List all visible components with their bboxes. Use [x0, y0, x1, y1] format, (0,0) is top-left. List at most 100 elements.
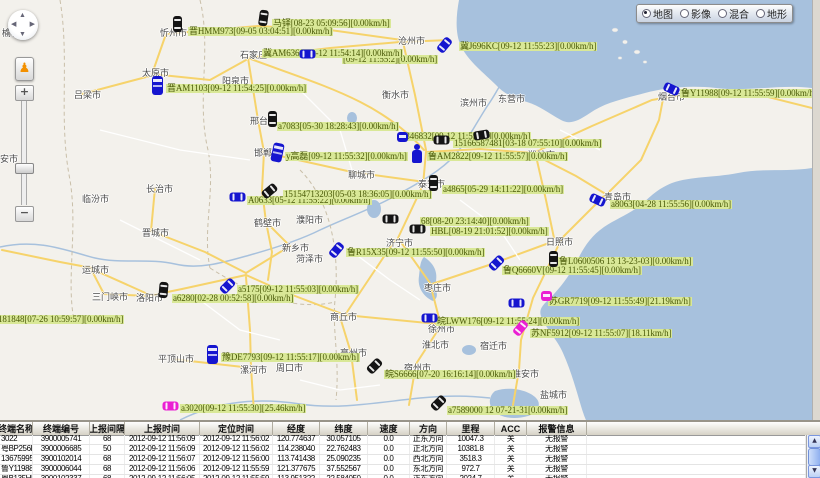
- pan-left-icon[interactable]: ◀: [11, 21, 16, 28]
- city-label: 鹤壁市: [254, 216, 281, 229]
- zoom-slider-handle[interactable]: [15, 163, 34, 174]
- car-icon[interactable]: [410, 225, 426, 234]
- vehicle-label[interactable]: 鲁AM2822[09-12 11:55:57][0.00km/h]: [427, 152, 568, 161]
- vehicle-data-grid: 终端名称终端编号上报间隔上报时间定位时间经度纬度速度方向里程ACC报警信息 30…: [0, 420, 820, 478]
- car-icon[interactable]: [300, 50, 316, 59]
- table-cell: 2012-09-12 11:56:06: [125, 465, 200, 474]
- vehicle-label[interactable]: 冀J696KC[09-12 11:55:23][0.00km/h]: [459, 42, 597, 51]
- table-row[interactable]: 鲁Y119883900006044682012-09-12 11:56:0620…: [0, 465, 806, 475]
- car-icon[interactable]: [268, 111, 277, 127]
- vehicle-label[interactable]: 鲁Q6660V[09-12 11:55:45][0.00km/h]: [502, 266, 642, 275]
- vehicle-label[interactable]: 皖LWW176[09-12 11:55:24][0.00km/h]: [436, 317, 580, 326]
- car-icon[interactable]: [366, 357, 384, 375]
- car-icon[interactable]: [430, 394, 448, 412]
- vehicle-label[interactable]: 苏GR7719[09-12 11:55:49][21.19km/h]: [548, 297, 692, 306]
- table-row[interactable]: 粤BP256F3900006685502012-09-12 11:56:0920…: [0, 445, 806, 455]
- vehicle-label[interactable]: 豫DE7793[09-12 11:55:17][0.00km/h]: [221, 353, 360, 362]
- column-header-12[interactable]: 报警信息: [527, 422, 587, 435]
- car-icon[interactable]: [436, 36, 453, 54]
- column-header-1[interactable]: 终端名称: [0, 422, 33, 435]
- car-icon[interactable]: [434, 136, 450, 145]
- car-icon[interactable]: [429, 175, 438, 191]
- column-header-6[interactable]: 经度: [273, 422, 320, 435]
- vehicle-label[interactable]: 181848[07-26 10:59:57][0.00km/h]: [0, 315, 124, 324]
- vehicle-label[interactable]: 晋AM1103[09-12 11:54:25][0.00km/h]: [166, 84, 307, 93]
- bus-icon[interactable]: [207, 345, 218, 364]
- vehicle-label[interactable]: a7589000 12 07-21-31[0.00km/h]: [447, 406, 568, 415]
- table-cell: 粤BP256F: [0, 445, 33, 454]
- column-header-4[interactable]: 上报时间: [125, 422, 200, 435]
- pan-right-icon[interactable]: ▶: [30, 21, 35, 28]
- streetview-pegman-button[interactable]: ♟: [15, 57, 34, 81]
- vehicle-label[interactable]: 冀AM6366[09-12 11:54:14][0.00km/h]: [262, 49, 403, 58]
- zoom-out-button[interactable]: −: [15, 206, 34, 222]
- map-type-option-地形[interactable]: 地形: [756, 6, 787, 21]
- car-icon[interactable]: [158, 282, 168, 299]
- car-icon[interactable]: [163, 402, 179, 411]
- vehicle-label[interactable]: a7083[05-30 18:28:43][0.00km/h]: [277, 122, 399, 131]
- map-type-option-地图[interactable]: 地图: [642, 6, 673, 21]
- car-icon[interactable]: [328, 241, 345, 259]
- car-icon[interactable]: [383, 215, 399, 224]
- map-type-option-影像[interactable]: 影像: [680, 6, 711, 21]
- vehicle-label[interactable]: a6280[02-28 00:52:58][0.00km/h]: [172, 294, 294, 303]
- car-icon[interactable]: [258, 9, 269, 26]
- car-icon[interactable]: [230, 193, 246, 202]
- zoom-in-button[interactable]: +: [15, 85, 34, 101]
- column-header-8[interactable]: 速度: [368, 422, 410, 435]
- vehicle-label[interactable]: 苏NF5912[09-12 11:55:07][18.11km/h]: [530, 329, 672, 338]
- vehicle-label[interactable]: a4865[05-29 14:11:22][0.00km/h]: [442, 185, 564, 194]
- table-row[interactable]: 30223900005741682012-09-12 11:56:092012-…: [0, 435, 806, 445]
- scrollbar-thumb[interactable]: [808, 448, 820, 466]
- table-cell: 10381.8: [447, 445, 495, 454]
- map-viewport[interactable]: 榆林忻州市太原市阳泉市吕梁市石家庄沧州市衡水市滨州市东营市烟台市潍坊市青岛市邢台…: [0, 0, 812, 420]
- scroll-up-icon[interactable]: ▲: [808, 435, 820, 448]
- pan-down-icon[interactable]: ▼: [19, 31, 26, 38]
- column-header-3[interactable]: 上报间隔: [90, 422, 125, 435]
- table-row[interactable]: 136759957...3900102014682012-09-12 11:56…: [0, 455, 806, 465]
- vehicle-label[interactable]: a8063[04-28 11:55:56][0.00km/h]: [610, 200, 732, 209]
- table-cell: 3022: [0, 435, 33, 444]
- city-label: 衡水市: [382, 88, 409, 101]
- bus-icon[interactable]: [270, 142, 285, 163]
- pan-up-icon[interactable]: ▲: [19, 12, 26, 19]
- table-cell: 2012-09-12 11:56:09: [125, 445, 200, 454]
- zoom-slider-track[interactable]: [21, 100, 27, 205]
- vehicle-label[interactable]: 15154713203[05-03 18:36:05][0.00km/h]: [283, 190, 432, 199]
- vehicle-label[interactable]: 鲁Y11988[09-12 11:55:59][0.00km/h]: [680, 89, 812, 98]
- column-header-11[interactable]: ACC: [495, 422, 527, 435]
- vehicle-label[interactable]: 68[08-20 23:14:40][0.00km/h]: [420, 217, 530, 226]
- car-icon[interactable]: [549, 251, 558, 267]
- vehicle-label[interactable]: 鲁R15X35[09-12 11:55:50][0.00km/h]: [346, 248, 485, 257]
- table-cell: 关: [495, 435, 527, 444]
- grid-scrollbar[interactable]: ▲ ▼: [806, 435, 820, 478]
- car-icon[interactable]: [422, 314, 438, 323]
- car-icon[interactable]: [173, 16, 182, 32]
- scroll-down-icon[interactable]: ▼: [808, 465, 820, 478]
- map-type-option-混合[interactable]: 混合: [718, 6, 749, 21]
- tag-icon[interactable]: [541, 291, 552, 301]
- column-header-10[interactable]: 里程: [447, 422, 495, 435]
- bus-icon[interactable]: [152, 76, 163, 95]
- city-label: 沧州市: [398, 34, 425, 47]
- person-icon[interactable]: [412, 144, 422, 164]
- column-header-9[interactable]: 方向: [410, 422, 447, 435]
- column-header-7[interactable]: 纬度: [320, 422, 368, 435]
- vehicle-label[interactable]: y高磊[09-12 11:55:32][0.00km/h]: [285, 152, 408, 161]
- city-label: 菏泽市: [296, 252, 323, 265]
- vehicle-label[interactable]: a3020[09-12 11:55:30][25.46km/h]: [180, 404, 306, 413]
- vehicle-label[interactable]: HBL[08-19 21:01:52][0.00km/h]: [430, 227, 549, 236]
- table-cell: 37.552567: [320, 465, 368, 474]
- table-cell: 2012-09-12 11:56:02: [200, 435, 273, 444]
- column-header-5[interactable]: 定位时间: [200, 422, 273, 435]
- radio-icon: [756, 9, 765, 18]
- vehicle-label[interactable]: 皖S6666[07-20 16:16:14][0.00km/h]: [384, 370, 516, 379]
- map-right-scrollbar[interactable]: [812, 0, 820, 420]
- vehicle-label[interactable]: a5175[09-12 11:55:03][0.00km/h]: [237, 285, 359, 294]
- column-header-2[interactable]: 终端编号: [33, 422, 90, 435]
- vehicle-label[interactable]: 晋HMM973[09-05 03:04:51][0.00km/h]: [188, 27, 333, 36]
- car-icon[interactable]: [509, 299, 525, 308]
- tag-icon[interactable]: [397, 132, 408, 142]
- map-pan-control[interactable]: ▲ ▼ ◀ ▶: [8, 10, 38, 40]
- table-cell: 正东方向: [410, 435, 447, 444]
